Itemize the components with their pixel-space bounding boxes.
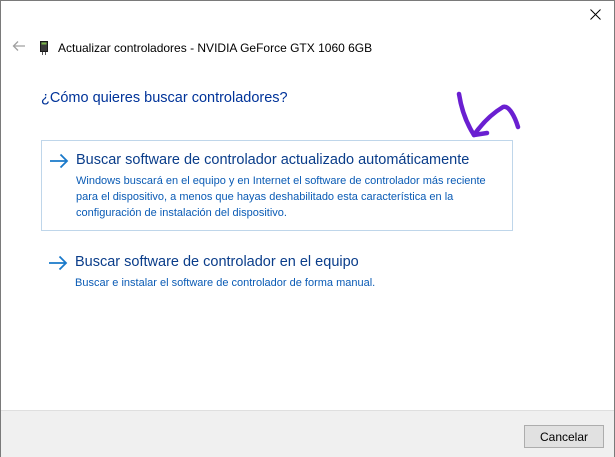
close-icon	[589, 7, 601, 25]
option-title: Buscar software de controlador en el equ…	[75, 254, 359, 270]
browse-computer-option[interactable]: Buscar software de controlador en el equ…	[41, 243, 513, 297]
option-description: Windows buscará en el equipo y en Intern…	[76, 175, 486, 219]
hand-drawn-arrow-annotation	[453, 89, 523, 147]
cancel-button[interactable]: Cancelar	[524, 425, 604, 448]
option-title: Buscar software de controlador actualiza…	[76, 152, 470, 168]
wizard-header: Actualizar controladores - NVIDIA GeForc…	[9, 37, 372, 59]
window-title: Actualizar controladores - NVIDIA GeForc…	[58, 41, 373, 55]
close-button[interactable]	[582, 5, 608, 27]
back-arrow-icon	[12, 39, 26, 57]
right-arrow-icon	[48, 255, 68, 271]
option-description: Buscar e instalar el software de control…	[75, 277, 376, 289]
page-title: ¿Cómo quieres buscar controladores?	[41, 90, 288, 106]
device-driver-icon	[39, 40, 49, 56]
update-drivers-window: Actualizar controladores - NVIDIA GeForc…	[0, 0, 615, 457]
search-automatically-option[interactable]: Buscar software de controlador actualiza…	[41, 140, 513, 231]
right-arrow-icon	[49, 153, 69, 169]
footer-bar: Cancelar	[1, 410, 614, 457]
back-button[interactable]	[9, 38, 29, 58]
